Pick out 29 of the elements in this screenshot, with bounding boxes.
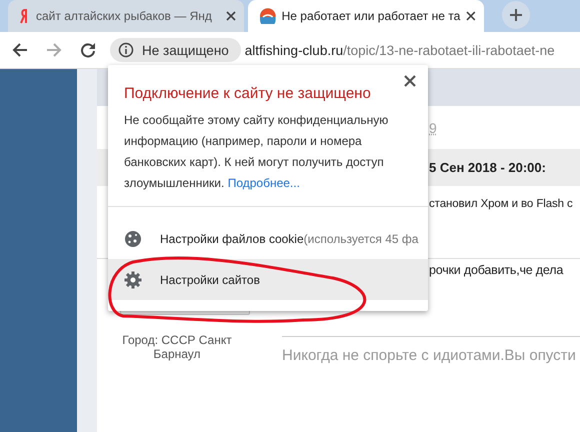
- new-tab-button[interactable]: [502, 1, 530, 29]
- post-text: рочки добавить,че дела: [429, 263, 564, 277]
- popup-message: Не сообщайте этому сайту конфиденциальную информацию (например, пароли и номера банковских карт). К ней могут получить доступ злоумышленники. Подробнее...: [123, 112, 390, 192]
- tab-title: Не работает или работает не та: [282, 9, 460, 23]
- address-field[interactable]: altfishing-club.ru/topic/13-ne-rabotaet-ili-rabotaet-ne: [244, 42, 555, 58]
- close-icon[interactable]: [466, 11, 476, 21]
- plus-icon: [509, 8, 523, 22]
- close-icon[interactable]: [226, 11, 236, 21]
- browser-tab[interactable]: Не работает или работает не та: [248, 0, 484, 32]
- security-chip[interactable]: Не защищено: [110, 38, 241, 62]
- more-link[interactable]: Подробнее...: [228, 176, 300, 190]
- signature-text: Никогда не спорьте с идиотами.Вы опусти: [282, 336, 580, 364]
- reload-icon[interactable]: [80, 42, 96, 58]
- cookie-icon: [124, 230, 142, 248]
- tab-title: сайт алтайских рыбаков — Янд: [36, 9, 213, 23]
- info-icon: [118, 42, 134, 58]
- back-icon[interactable]: [12, 42, 28, 58]
- post-text: становил Хром и во Flash с: [429, 198, 573, 210]
- settings-icon: [124, 270, 142, 288]
- post-date: 5 Сен 2018 - 20:00:: [429, 160, 546, 175]
- chip-label: Не защищено: [142, 42, 229, 58]
- fish-logo-icon: [260, 8, 276, 24]
- letter-logo-icon: [20, 8, 30, 24]
- popup-title: Подключение к сайту не защищено: [124, 85, 372, 102]
- menu-item[interactable]: Настройки файлов cookie(используется 45 фа: [108, 218, 428, 259]
- browser-tab[interactable]: сайт алтайских рыбаков — Янд: [8, 0, 244, 32]
- close-icon[interactable]: [404, 75, 416, 87]
- menu-item[interactable]: Настройки сайтов: [108, 259, 428, 300]
- author-city: Город: СССР Санкт Барнаул: [121, 333, 233, 363]
